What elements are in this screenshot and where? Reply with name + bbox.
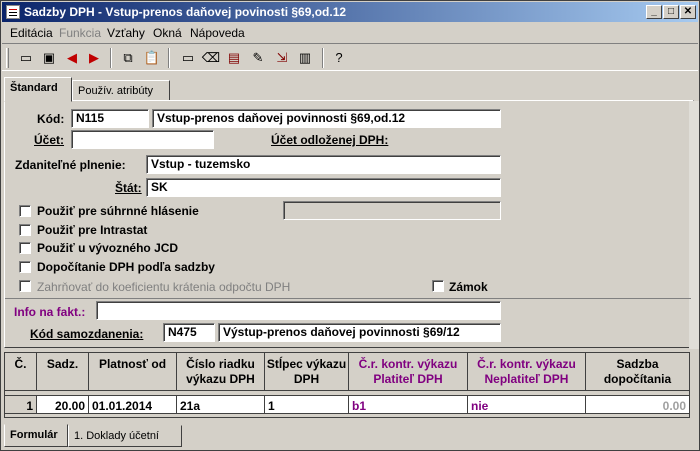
ucet-input[interactable] <box>71 130 214 149</box>
zdanitelne-label: Zdaniteľné plnenie: <box>15 158 126 172</box>
col-header-platitel[interactable]: Č.r. kontr. výkazu Platiteľ DPH <box>349 353 468 391</box>
ucet-label: Účet: <box>34 133 65 147</box>
toolbar-separator <box>322 48 324 68</box>
close-button[interactable]: ✕ <box>680 5 696 19</box>
col-header-stlpec[interactable]: Stĺpec výkazu DPH <box>265 353 349 391</box>
save-icon[interactable]: ▣ <box>39 48 59 68</box>
suhrnne-checkbox[interactable] <box>19 205 31 217</box>
col-header-c[interactable]: Č. <box>5 353 37 391</box>
minimize-button[interactable]: _ <box>646 5 662 19</box>
col-header-platnost[interactable]: Platnosť od <box>89 353 177 391</box>
rates-table: Č. Sadz. Platnosť od Číslo riadku výkazu… <box>4 352 690 418</box>
app-icon <box>6 5 20 19</box>
koeficient-label: Zahrňovať do koeficientu krátenia odpočt… <box>37 280 291 294</box>
main-window: Sadzby DPH - Vstup-prenos daňovej povino… <box>0 0 700 451</box>
kod-name-input[interactable]: Vstup-prenos daňovej povinnosti §69,od.1… <box>152 109 501 128</box>
help-icon[interactable]: ? <box>329 48 349 68</box>
maximize-button[interactable]: □ <box>663 5 679 19</box>
kod-samozdanenia-name[interactable]: Výstup-prenos daňovej povinnosti §69/12 <box>218 323 501 342</box>
divider <box>5 298 691 299</box>
dopocitanie-checkbox[interactable] <box>19 261 31 273</box>
grid-icon[interactable]: ▤ <box>224 48 244 68</box>
menu-napoveda[interactable]: Nápoveda <box>190 26 245 40</box>
vertical-scrollbar[interactable] <box>689 101 699 349</box>
kod-samozdanenia-label: Kód samozdanenia: <box>30 327 144 341</box>
col-header-cislo-riadku[interactable]: Číslo riadku výkazu DPH <box>177 353 265 391</box>
table-cell-platnost[interactable]: 01.01.2014 <box>89 395 177 414</box>
suhrnne-label: Použiť pre súhrnné hlásenie <box>37 204 199 218</box>
table-cell-platitel[interactable]: b1 <box>349 395 468 414</box>
table-cell-cislo-riadku[interactable]: 21a <box>177 395 265 414</box>
menu-funkcia[interactable]: Funkcia <box>59 26 101 40</box>
toolbar-separator <box>168 48 170 68</box>
arrow-left-icon[interactable]: ◀ <box>62 48 82 68</box>
window-title: Sadzby DPH - Vstup-prenos daňovej povino… <box>24 5 347 19</box>
new-window-icon[interactable]: ▭ <box>178 48 198 68</box>
arrow-right-icon[interactable]: ▶ <box>84 48 104 68</box>
title-bar: Sadzby DPH - Vstup-prenos daňovej povino… <box>2 2 698 22</box>
menu-vztahy[interactable]: Vzťahy <box>107 26 145 40</box>
table-cell-stlpec[interactable]: 1 <box>265 395 349 414</box>
window-icon[interactable]: ▭ <box>16 48 36 68</box>
kod-input[interactable]: N115 <box>71 109 149 128</box>
kod-samozdanenia-input[interactable]: N475 <box>163 323 215 342</box>
zamok-checkbox[interactable] <box>432 280 444 292</box>
eraser-icon[interactable]: ⌫ <box>201 48 221 68</box>
table-cell-neplatitel[interactable]: nie <box>468 395 586 414</box>
koeficient-checkbox[interactable] <box>19 280 31 292</box>
dopocitanie-label: Dopočítanie DPH podľa sadzby <box>37 260 215 274</box>
tab-standard[interactable]: Štandard <box>4 77 72 102</box>
intrastat-label: Použiť pre Intrastat <box>37 223 148 237</box>
tab-attributes[interactable]: Použív. atribúty <box>72 80 170 101</box>
col-header-sadz[interactable]: Sadz. <box>37 353 89 391</box>
info-input[interactable] <box>96 301 501 320</box>
menu-okna[interactable]: Okná <box>153 26 182 40</box>
toolbar-grip <box>6 48 9 68</box>
col-header-sadzba[interactable]: Sadzba dopočítania <box>586 353 689 391</box>
jcd-checkbox[interactable] <box>19 242 31 254</box>
zdanitelne-input[interactable]: Vstup - tuzemsko <box>146 155 501 174</box>
book-icon[interactable]: ▥ <box>295 48 315 68</box>
edit-icon[interactable]: ✎ <box>248 48 268 68</box>
paste-icon[interactable]: 📋 <box>142 48 162 68</box>
toolbar: ▭ ▣ ◀ ▶ ⧉ 📋 ▭ ⌫ ▤ ✎ ⇲ ▥ ? <box>2 43 698 71</box>
stat-input[interactable]: SK <box>146 178 501 197</box>
table-cell-sadzba[interactable]: 0.00 <box>586 395 689 414</box>
intrastat-checkbox[interactable] <box>19 224 31 236</box>
kod-label: Kód: <box>37 112 65 126</box>
tab-formular[interactable]: Formulár <box>4 424 68 447</box>
jcd-label: Použiť u vývozného JCD <box>37 241 179 255</box>
menu-bar: Editácia Funkcia Vzťahy Okná Nápoveda <box>2 23 698 42</box>
info-label: Info na fakt.: <box>14 305 86 319</box>
col-header-neplatitel[interactable]: Č.r. kontr. výkazu Neplatiteľ DPH <box>468 353 586 391</box>
copy-icon[interactable]: ⧉ <box>118 48 138 68</box>
menu-editacia[interactable]: Editácia <box>10 26 53 40</box>
table-cell-sadz[interactable]: 20.00 <box>37 395 89 414</box>
zamok-label: Zámok <box>449 280 488 294</box>
table-cell-c[interactable]: 1 <box>5 395 37 414</box>
ucet-odlozenej-label: Účet odloženej DPH: <box>271 133 389 147</box>
stat-label: Štát: <box>115 181 142 195</box>
import-icon[interactable]: ⇲ <box>272 48 292 68</box>
toolbar-separator <box>110 48 112 68</box>
suhrnne-field <box>283 201 501 220</box>
tab-doklady[interactable]: 1. Doklady účetní <box>68 425 182 447</box>
